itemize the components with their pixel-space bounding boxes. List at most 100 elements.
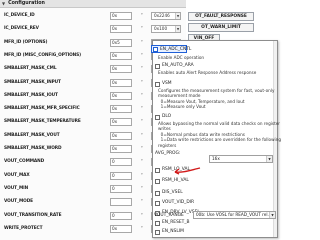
- config-row-label: MFR_ID (MISC_CONFIG_OPTIONS): [4, 52, 82, 58]
- config-row-value-input[interactable]: 0x: [110, 224, 132, 233]
- config-row-label: SMBALERT_MASK_WORD: [4, 146, 62, 151]
- chevron-down-icon[interactable]: ▼: [269, 212, 275, 218]
- en-adc-cntl-description: Enable ADC operation: [158, 55, 205, 60]
- config-row-label: VOUT_TRANSITION_RATE: [4, 212, 62, 218]
- en-adc-cntl-checkbox[interactable]: [153, 47, 158, 52]
- en-reset-b-checkbox[interactable]: [155, 220, 160, 226]
- config-row-dropdown-icon[interactable]: ▾: [141, 79, 143, 83]
- en-auto-ara-description: Enables auto Alert Response Address resp…: [158, 70, 257, 75]
- config-row-value-input[interactable]: 0x: [110, 65, 132, 74]
- config-row-value-input[interactable]: 0x: [110, 131, 132, 140]
- config-row-dropdown-icon[interactable]: ▾: [141, 145, 143, 149]
- config-row-label: IC_DEVICE_ID: [4, 13, 35, 18]
- configuration-title: Configuration: [8, 1, 45, 6]
- ot-fault-response-button[interactable]: OT_FAULT_RESPONSE: [188, 12, 254, 21]
- collapse-triangle-icon[interactable]: ▼: [2, 1, 5, 6]
- vout-vid-dir-option[interactable]: VOUT_VID_DIR: [155, 200, 194, 206]
- chevron-down-icon[interactable]: ▼: [266, 156, 272, 162]
- config-row-dropdown-icon[interactable]: ▾: [141, 212, 143, 216]
- config-row-label: IC_DEVICE_REV: [4, 26, 39, 32]
- config-row: IC_DEVICE_ID 0x ▾ 0x2246 ▼: [0, 10, 186, 24]
- config-row-dropdown-icon[interactable]: ▾: [141, 39, 143, 43]
- config-row-value-input[interactable]: 0x: [110, 12, 132, 20]
- dis-vsel-option[interactable]: DIS_VSEL: [155, 190, 183, 196]
- config-row-label: SMBALERT_MASK_CML: [4, 66, 57, 72]
- config-row-value-input[interactable]: 0x: [110, 78, 132, 87]
- config-row-label: SMBALERT_MASK_TEMPERATURE: [4, 119, 81, 125]
- dlo-description: Allows bypassing the normal valid data c…: [158, 121, 282, 148]
- dlo-checkbox[interactable]: [155, 114, 160, 120]
- config-row-dropdown-icon[interactable]: ▾: [141, 132, 143, 136]
- config-row-label: VOUT_COMMAND: [4, 159, 45, 165]
- config-row-dropdown-icon[interactable]: ▾: [141, 158, 143, 162]
- config-row-label: SMBALERT_MASK_IOUT: [4, 92, 58, 98]
- chevron-down-icon[interactable]: ▼: [175, 13, 180, 19]
- en-auto-ara-checkbox[interactable]: [155, 63, 160, 69]
- config-row-dropdown-icon[interactable]: ▾: [141, 105, 143, 109]
- config-row-dropdown-icon[interactable]: ▾: [141, 225, 143, 229]
- config-row-value-input[interactable]: 0x: [110, 51, 132, 60]
- en-auto-ara-label: EN_AUTO_ARA: [162, 63, 194, 68]
- dis-vsel-checkbox[interactable]: [155, 190, 160, 196]
- vout-range-select[interactable]: 00b: Use VOSL for READ_VOUT rel... ▼: [193, 211, 276, 219]
- en-nslim-checkbox[interactable]: [155, 229, 160, 235]
- vout-range-label: VOUT_RANGE: [154, 213, 184, 218]
- config-row-dropdown-icon[interactable]: ▾: [141, 172, 143, 176]
- config-row-dropdown-icon[interactable]: ▾: [141, 198, 143, 202]
- config-row-value-input[interactable]: 0: [110, 158, 132, 167]
- config-row-dropdown-icon[interactable]: ▾: [141, 12, 143, 16]
- config-row-value-input[interactable]: 0x: [110, 145, 132, 153]
- config-row-value-input[interactable]: 0x: [110, 118, 132, 127]
- en-reset-b-option[interactable]: EN_RESET_B: [155, 220, 190, 226]
- avg-prog-value: 16x: [212, 156, 220, 161]
- rsm-hi-val-option[interactable]: RSM_HI_VAL: [155, 178, 189, 184]
- config-row-dropdown-icon[interactable]: ▾: [141, 92, 143, 96]
- vout-vid-dir-checkbox[interactable]: [155, 200, 160, 206]
- dlo-label: DLO: [162, 114, 172, 119]
- config-row-label: VOUT_MODE: [4, 199, 34, 205]
- avg-prog-label: AVG_PROG:: [155, 151, 181, 156]
- vsm-option[interactable]: VSM: [155, 81, 172, 87]
- en-nslim-option[interactable]: EN_NSLIM: [155, 229, 184, 235]
- config-row-select-value: 0x2246: [154, 13, 170, 18]
- config-row-dropdown-icon[interactable]: ▾: [141, 118, 143, 122]
- config-row-value-input[interactable]: 0: [110, 211, 132, 220]
- en-reset-b-label: EN_RESET_B: [162, 220, 190, 225]
- config-row-label: WRITE_PROTECT: [4, 225, 43, 231]
- config-row-label: VOUT_MAX: [4, 172, 30, 178]
- config-row-dropdown-icon[interactable]: ▾: [141, 185, 143, 189]
- config-row: IC_DEVICE_REV 0x ▾ 0x100 ▼: [0, 23, 186, 37]
- vout-range-value: 00b: Use VOSL for READ_VOUT rel...: [196, 212, 272, 217]
- en-adc-cntl-highlight[interactable]: EN_ADC_CNTL: [151, 45, 191, 53]
- configuration-header[interactable]: ▼ Configuration: [0, 0, 186, 8]
- vout-vid-dir-label: VOUT_VID_DIR: [162, 200, 195, 205]
- config-row-label: SMBALERT_MASK_VOUT: [4, 132, 60, 138]
- vsm-description: Configures the measurement system for fa…: [158, 88, 275, 110]
- config-row-select[interactable]: 0x2246 ▼: [151, 12, 181, 20]
- en-nslim-label: EN_NSLIM: [162, 229, 184, 234]
- avg-prog-select[interactable]: 16x ▼: [209, 155, 273, 163]
- config-row-value-input[interactable]: 0: [110, 184, 132, 193]
- dlo-option[interactable]: DLO: [155, 114, 171, 120]
- config-row-select[interactable]: 0x100 ▼: [151, 25, 181, 34]
- config-row-value-input[interactable]: 0: [110, 171, 132, 180]
- config-row-value-input[interactable]: 0x: [110, 105, 132, 114]
- vsm-checkbox[interactable]: [155, 81, 160, 87]
- rsm-hi-val-label: RSM_HI_VAL: [162, 178, 189, 183]
- bit-options-popup: Enable ADC operation EN_AUTO_ARA Enables…: [152, 40, 282, 238]
- config-row-value-input[interactable]: [110, 198, 132, 207]
- config-row-dropdown-icon[interactable]: ▾: [141, 25, 143, 29]
- en-adc-cntl-label: EN_ADC_CNTL: [160, 46, 192, 52]
- config-row-value-input[interactable]: 0x5: [110, 38, 132, 47]
- config-row-value-input[interactable]: 0x: [110, 25, 132, 34]
- rsm-hi-val-checkbox[interactable]: [155, 178, 160, 184]
- red-arrow-icon: [174, 167, 201, 175]
- rsm-lo-val-checkbox[interactable]: [155, 167, 160, 173]
- chevron-down-icon[interactable]: ▼: [175, 26, 180, 33]
- config-row-dropdown-icon[interactable]: ▾: [141, 52, 143, 56]
- config-row-value-input[interactable]: 0x: [110, 91, 132, 100]
- dis-vsel-label: DIS_VSEL: [162, 190, 183, 195]
- en-auto-ara-option[interactable]: EN_AUTO_ARA: [155, 63, 194, 69]
- ot-warn-limit-button[interactable]: OT_WARN_LIMIT: [188, 23, 254, 32]
- config-row-dropdown-icon[interactable]: ▾: [141, 65, 143, 69]
